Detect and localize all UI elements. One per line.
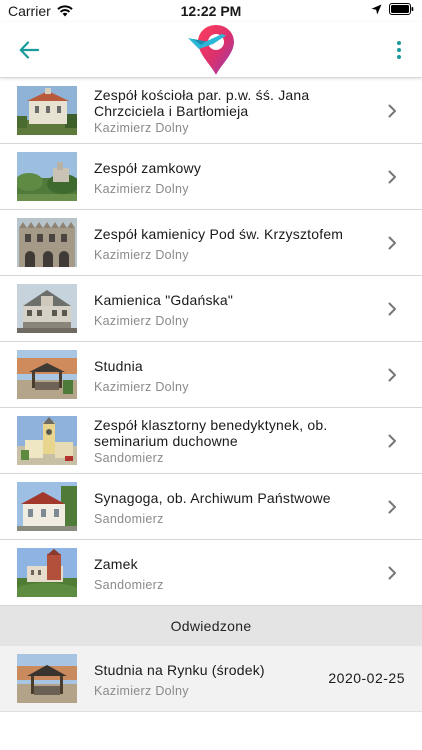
chevron-right-icon [388,236,396,250]
app-bar [0,22,422,78]
place-thumbnail [17,548,77,597]
place-location: Sandomierz [94,512,164,526]
places-list: Zespół kościoła par. p.w. śś. Jana Chrzc… [0,78,422,712]
place-thumbnail [17,86,77,135]
chevron-right-icon [388,434,396,448]
place-thumbnail [17,152,77,201]
place-title: Studnia [94,358,143,374]
location-arrow-icon [371,4,382,14]
place-list-item[interactable]: Zamek Sandomierz [0,540,422,606]
place-list-item[interactable]: Zespół kamienicy Pod św. Krzysztofem Kaz… [0,210,422,276]
place-title: Zespół kamienicy Pod św. Krzysztofem [94,226,344,242]
place-thumbnail [17,350,77,399]
place-location: Kazimierz Dolny [94,182,189,196]
place-title: Zespół klasztorny benedyktynek, ob. semi… [94,417,328,449]
arrow-left-icon [19,41,39,59]
place-location: Kazimierz Dolny [94,380,189,394]
back-button[interactable] [14,36,44,64]
more-menu-button[interactable] [392,36,406,64]
battery-icon [389,3,414,15]
place-list-item[interactable]: Studnia Kazimierz Dolny [0,342,422,408]
status-bar: Carrier 12:22 PM [0,0,422,22]
place-thumbnail [17,284,77,333]
place-list-item[interactable]: Synagoga, ob. Archiwum Państwowe Sandomi… [0,474,422,540]
place-title: Synagoga, ob. Archiwum Państwowe [94,490,331,506]
status-time: 12:22 PM [180,3,242,19]
visited-section-header: Odwiedzone [0,606,422,646]
visit-date: 2020-02-25 [328,670,405,686]
place-title: Zamek [94,556,138,572]
more-vertical-icon [397,41,401,45]
visited-list-item[interactable]: Studnia na Rynku (środek) Kazimierz Doln… [0,646,422,712]
place-thumbnail [17,654,77,703]
place-location: Kazimierz Dolny [94,314,189,328]
chevron-right-icon [388,302,396,316]
place-list-item[interactable]: Zespół zamkowy Kazimierz Dolny [0,144,422,210]
place-title: Kamienica "Gdańska" [94,292,234,308]
place-list-item[interactable]: Zespół kościoła par. p.w. śś. Jana Chrzc… [0,78,422,144]
chevron-right-icon [388,170,396,184]
place-thumbnail [17,218,77,267]
chevron-right-icon [388,566,396,580]
place-location: Kazimierz Dolny [94,248,189,262]
place-thumbnail [17,416,77,465]
chevron-right-icon [388,104,396,118]
place-location: Kazimierz Dolny [94,121,189,135]
place-location: Sandomierz [94,578,164,592]
place-location: Kazimierz Dolny [94,684,189,698]
chevron-right-icon [388,500,396,514]
status-right [371,3,414,15]
place-location: Sandomierz [94,451,164,465]
place-list-item[interactable]: Zespół klasztorny benedyktynek, ob. semi… [0,408,422,474]
chevron-right-icon [388,368,396,382]
location-pin-plane-logo [188,25,234,75]
place-list-item[interactable]: Kamienica "Gdańska" Kazimierz Dolny [0,276,422,342]
place-thumbnail [17,482,77,531]
place-title: Zespół kościoła par. p.w. śś. Jana Chrzc… [94,87,310,119]
app-logo [186,22,238,78]
place-title: Zespół zamkowy [94,160,202,176]
